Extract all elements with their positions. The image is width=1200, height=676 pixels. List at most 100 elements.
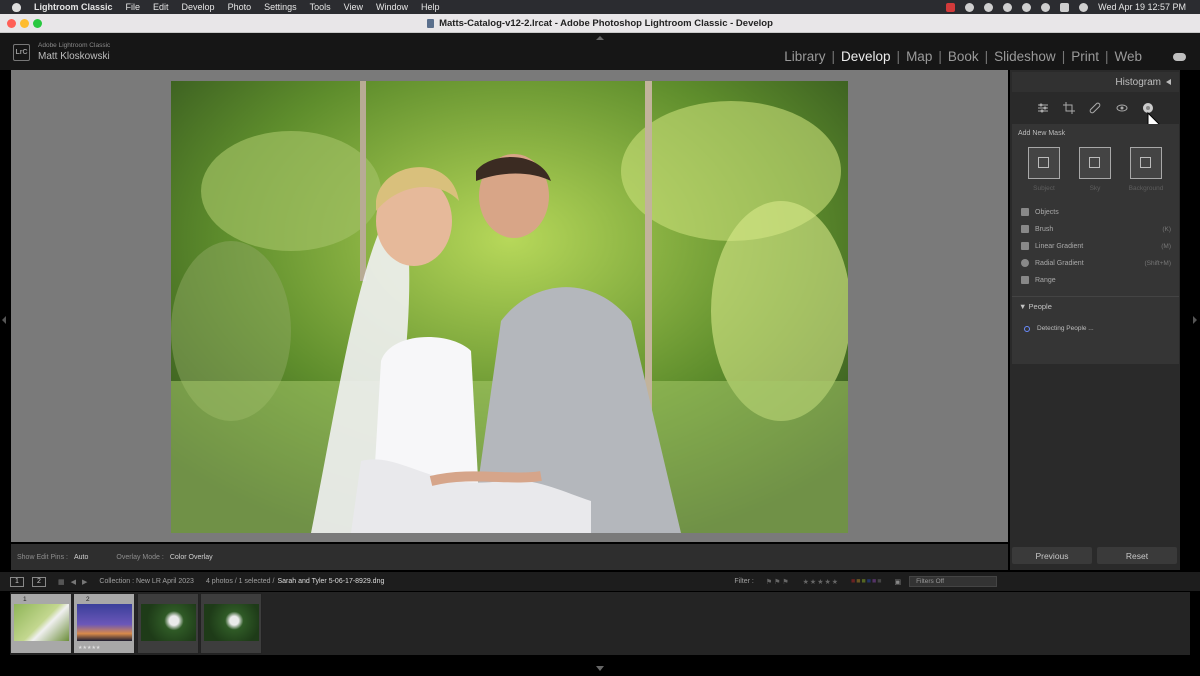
mask-tool-label: Radial Gradient [1035, 259, 1084, 267]
module-slideshow[interactable]: Slideshow [994, 49, 1056, 64]
menu-window[interactable]: Window [376, 2, 408, 12]
filmstrip-thumb[interactable]: 2 ★★★★★ [73, 593, 135, 654]
minimize-window-icon[interactable] [20, 19, 29, 28]
mask-tool-linear-gradient[interactable]: Linear Gradient (M) [1021, 242, 1171, 250]
window-titlebar: Matts-Catalog-v12-2.lrcat - Adobe Photos… [0, 14, 1200, 33]
menu-settings[interactable]: Settings [264, 2, 297, 12]
window-title: Matts-Catalog-v12-2.lrcat - Adobe Photos… [439, 17, 773, 29]
filters-dropdown[interactable]: Filters Off [909, 576, 998, 587]
mask-tool-range[interactable]: Range [1021, 276, 1171, 284]
bottom-panel-arrow-icon[interactable] [596, 666, 604, 671]
menu-edit[interactable]: Edit [153, 2, 169, 12]
histogram-label: Histogram [1115, 76, 1161, 88]
module-develop[interactable]: Develop [841, 49, 891, 64]
mask-tool-label: Linear Gradient [1035, 242, 1084, 250]
thumb-image [204, 604, 259, 641]
collection-name[interactable]: Collection : New LR April 2023 [99, 578, 194, 585]
module-library[interactable]: Library [784, 49, 825, 64]
red-eye-icon[interactable] [1116, 102, 1128, 114]
main-photo[interactable] [171, 81, 848, 533]
star-rating-filter[interactable]: ★★★★★ [803, 578, 839, 586]
siri-icon[interactable] [1079, 2, 1089, 12]
menu-tools[interactable]: Tools [310, 2, 331, 12]
status-area: Wed Apr 19 12:57 PM [946, 0, 1186, 14]
previous-button[interactable]: Previous [1012, 547, 1092, 564]
thumb-image [77, 604, 132, 641]
top-panel-arrow-icon[interactable] [596, 36, 604, 40]
menu-file[interactable]: File [126, 2, 141, 12]
filmstrip-thumb[interactable]: 2 [137, 593, 199, 654]
control-center-icon[interactable] [1060, 2, 1070, 12]
spotlight-icon[interactable] [1041, 2, 1051, 12]
zoom-window-icon[interactable] [33, 19, 42, 28]
mask-tool-objects[interactable]: Objects [1021, 208, 1171, 216]
mask-tool-brush[interactable]: Brush (K) [1021, 225, 1171, 233]
secondary-window-1[interactable]: 1 [10, 576, 24, 587]
record-icon[interactable] [946, 2, 956, 12]
collapse-triangle-icon[interactable] [1166, 79, 1171, 85]
module-book[interactable]: Book [948, 49, 979, 64]
secondary-window-2[interactable]: 2 [32, 576, 46, 587]
filter-toggle-icon[interactable]: ▣ [894, 578, 901, 586]
people-header[interactable]: ▼ People [1019, 302, 1052, 311]
histogram-header[interactable]: Histogram [1012, 72, 1179, 92]
overlay-mode-value[interactable]: Color Overlay [170, 554, 213, 561]
selected-filename[interactable]: Sarah and Tyler 5-06-17-8929.dng [277, 578, 384, 585]
module-picker: Library | Develop | Map | Book | Slideshow | … [784, 49, 1142, 64]
wifi-icon[interactable] [1022, 2, 1032, 12]
grid-icon[interactable]: ▦ [58, 578, 65, 586]
range-icon [1021, 276, 1029, 284]
menu-view[interactable]: View [344, 2, 363, 12]
mask-sky-button[interactable] [1079, 147, 1111, 179]
forward-arrow-icon[interactable]: ▶ [82, 578, 87, 586]
show-edit-pins-value[interactable]: Auto [74, 554, 88, 561]
menu-photo[interactable]: Photo [228, 2, 252, 12]
background-icon [1140, 157, 1151, 168]
filmstrip-bar: 1 2 ▦ ◀ ▶ Collection : New LR April 2023… [0, 572, 1200, 591]
right-panel-arrow-icon[interactable] [1193, 316, 1197, 324]
canvas-toolbar: Show Edit Pins : Auto Overlay Mode : Col… [11, 544, 1008, 570]
module-map[interactable]: Map [906, 49, 932, 64]
edit-sliders-icon[interactable] [1037, 102, 1049, 114]
mask-subject-button[interactable] [1028, 147, 1060, 179]
apple-icon[interactable] [12, 2, 21, 12]
detecting-people-status: Detecting People ... [1024, 325, 1094, 332]
play-icon[interactable] [984, 2, 994, 12]
flag-filter-icon[interactable]: ⚑⚑⚑ [766, 578, 791, 586]
module-print[interactable]: Print [1071, 49, 1099, 64]
filmstrip-thumb[interactable]: 1 [10, 593, 72, 654]
back-arrow-icon[interactable]: ◀ [71, 578, 76, 586]
filmstrip-thumb[interactable] [200, 593, 262, 654]
close-window-icon[interactable] [7, 19, 16, 28]
mask-sky-label: Sky [1089, 185, 1101, 192]
identity-name: Matt Kloskowski [38, 50, 110, 62]
mask-tool-label: Range [1035, 276, 1056, 284]
module-separator: | [984, 49, 989, 64]
overlay-mode-label: Overlay Mode : [116, 553, 164, 561]
crop-icon[interactable] [1063, 101, 1076, 114]
show-edit-pins-label: Show Edit Pins : [17, 553, 68, 561]
thumb-image [14, 604, 69, 641]
creative-cloud-icon[interactable] [965, 2, 975, 12]
cloud-sync-icon[interactable] [1173, 53, 1186, 61]
loading-spinner-icon [1024, 325, 1030, 332]
menubar-datetime[interactable]: Wed Apr 19 12:57 PM [1098, 2, 1186, 12]
sky-icon [1089, 157, 1100, 168]
module-separator: | [1061, 49, 1066, 64]
menu-develop[interactable]: Develop [182, 2, 215, 12]
reset-button[interactable]: Reset [1097, 547, 1177, 564]
thumb-image [141, 604, 196, 641]
module-web[interactable]: Web [1114, 49, 1142, 64]
healing-icon[interactable] [1089, 102, 1101, 114]
color-label-filter[interactable]: ■■■■■■ [851, 578, 882, 585]
menu-app-name[interactable]: Lightroom Classic [34, 2, 113, 12]
filmstrip: 1 2 ★★★★★ 2 [10, 592, 1190, 655]
identity-product: Adobe Lightroom Classic [38, 42, 111, 49]
clock-icon[interactable] [1003, 2, 1013, 12]
linear-gradient-icon [1021, 242, 1029, 250]
mask-tool-radial-gradient[interactable]: Radial Gradient (Shift+M) [1021, 259, 1171, 267]
mac-menubar: Lightroom Classic File Edit Develop Phot… [0, 0, 1200, 14]
mask-background-button[interactable] [1130, 147, 1162, 179]
left-panel-arrow-icon[interactable] [2, 316, 6, 324]
menu-help[interactable]: Help [421, 2, 440, 12]
